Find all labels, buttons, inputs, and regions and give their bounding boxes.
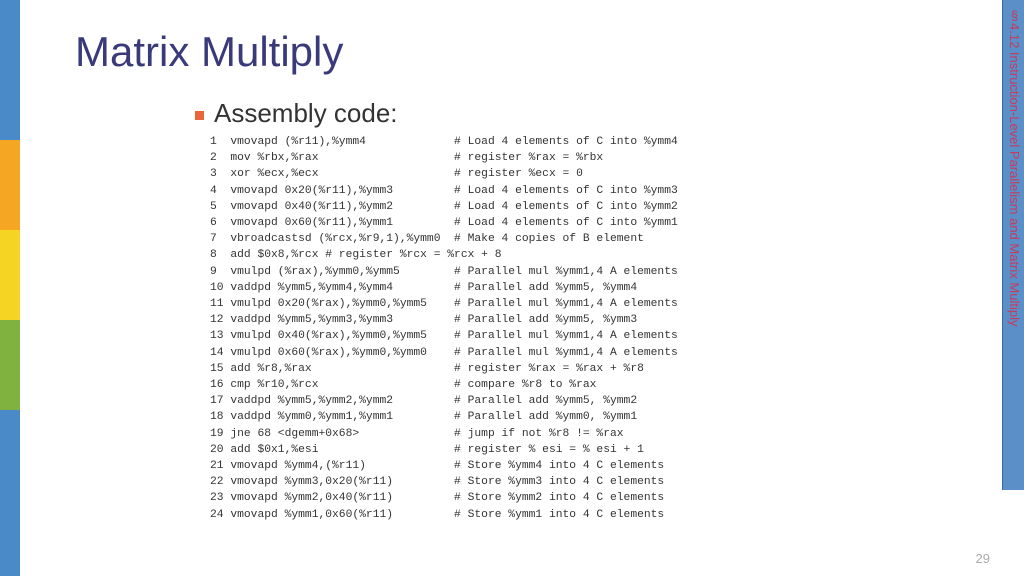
page-title: Matrix Multiply bbox=[75, 28, 343, 76]
section-side-tab: §4.12 Instruction-Level Parallelism and … bbox=[1002, 0, 1024, 490]
subtitle-text: Assembly code: bbox=[214, 98, 398, 129]
left-color-bar bbox=[0, 0, 20, 576]
page-number: 29 bbox=[976, 551, 990, 566]
left-bar-yellow bbox=[0, 230, 20, 320]
bullet-square-icon bbox=[195, 111, 204, 120]
section-side-tab-label: §4.12 Instruction-Level Parallelism and … bbox=[1004, 8, 1022, 483]
left-bar-orange bbox=[0, 140, 20, 230]
left-bar-green bbox=[0, 320, 20, 410]
subtitle-row: Assembly code: bbox=[195, 98, 398, 129]
assembly-code-block: 1 vmovapd (%r11),%ymm4 # Load 4 elements… bbox=[210, 134, 678, 523]
